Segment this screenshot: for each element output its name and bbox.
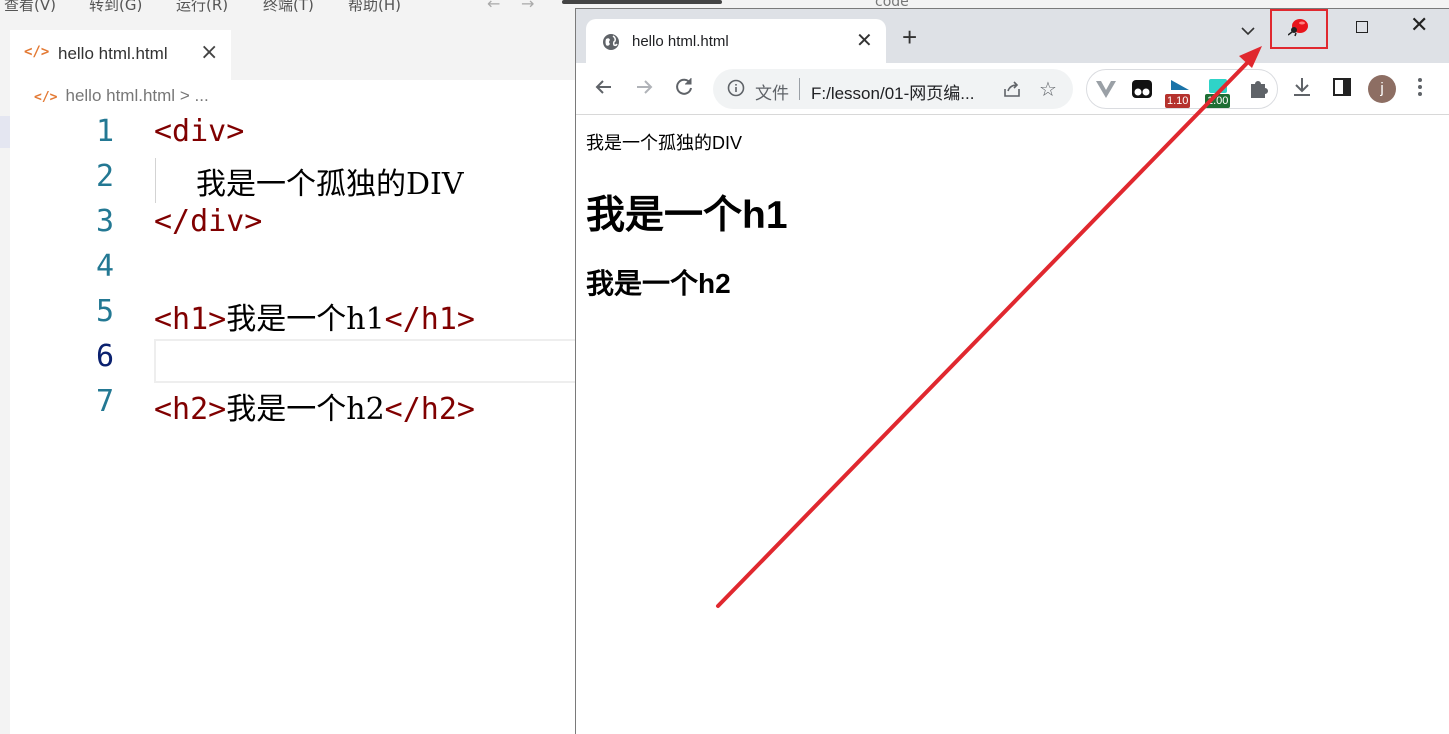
line-source: 我是一个孤独的DIV [196,159,464,203]
extension-badge: 1.00 [1205,94,1231,108]
breadcrumb-more[interactable]: ... [195,86,209,105]
tag-open: <div> [154,114,245,149]
page-viewport[interactable]: 我是一个孤独的DIV 我是一个h1 我是一个h2 [576,116,1449,734]
line-number: 1 [95,114,114,149]
address-scheme: 文件 [755,84,789,103]
tag-open: <h1> [154,302,227,337]
browser-tab[interactable]: hello html.html ✕ [586,19,886,63]
line-source: </div> [154,204,262,239]
code-line[interactable]: 3 </div> [0,202,580,247]
code-line[interactable]: 7 <h2>我是一个h2</h2> [0,382,580,427]
maximize-icon[interactable] [1356,21,1368,33]
page-h1: 我是一个h1 [586,194,788,237]
close-icon[interactable]: × [200,40,218,65]
tampermonkey-icon[interactable] [1131,78,1153,100]
download-icon[interactable] [1290,75,1314,99]
code-line[interactable]: 6 [0,337,580,382]
tag-close: </h1> [384,302,475,337]
command-center-bar [562,0,722,4]
chrome-window: hello html.html ✕ + ✕ 文件 F:/lesson/01-网页… [575,8,1449,734]
address-url[interactable]: F:/lesson/01-网页编... [811,79,974,104]
vue-devtools-icon[interactable] [1095,78,1117,100]
menu-terminal[interactable]: 终端(T) [263,0,314,14]
editor-tab-label: hello html.html [58,44,168,63]
extensions-area: 1.10 1.00 [1086,69,1278,109]
forward-icon[interactable] [632,75,656,99]
side-panel-icon[interactable] [1330,75,1354,99]
breadcrumb[interactable]: </> hello html.html > ... [34,86,209,108]
code-editor[interactable]: 1 <div> 2 我是一个孤独的DIV 3 </div> 4 5 <h1>我是… [0,112,580,432]
page-div-text: 我是一个孤独的DIV [586,133,743,153]
nav-back-icon[interactable]: ← [487,0,500,13]
line-number: 7 [95,384,114,419]
line-number: 4 [95,249,114,284]
window-close-icon[interactable]: ✕ [1410,13,1428,38]
share-icon[interactable] [1003,80,1021,98]
html-file-icon: </> [24,44,50,60]
info-icon[interactable] [727,79,745,97]
menu-run[interactable]: 运行(R) [176,0,228,14]
close-icon[interactable]: ✕ [856,28,873,52]
chrome-toolbar: 文件 F:/lesson/01-网页编... ☆ 1.10 1.00 j [576,63,1449,115]
reload-icon[interactable] [672,75,696,99]
line-text: 我是一个孤独的DIV [196,167,464,202]
line-text: 我是一个h2 [226,392,385,427]
avatar[interactable]: j [1368,75,1396,103]
line-number: 5 [95,294,114,329]
editor-tab-strip: </> hello html.html × [0,14,580,80]
tag-close: </div> [154,204,263,239]
line-number: 2 [95,159,114,194]
globe-icon [603,34,619,50]
kebab-menu-icon[interactable] [1418,77,1422,97]
editor-tab-hello-html[interactable]: </> hello html.html × [10,30,231,80]
code-line[interactable]: 2 我是一个孤独的DIV [0,157,580,202]
chevron-down-icon[interactable] [1240,23,1256,39]
menu-goto[interactable]: 转到(G) [89,0,142,14]
line-text: 我是一个h1 [226,302,385,337]
tab-title: hello html.html [632,33,729,50]
line-source: <h1>我是一个h1</h1> [154,294,475,338]
tag-close: </h2> [384,392,475,427]
ladybug-icon [1288,19,1308,37]
line-number: 3 [95,204,114,239]
menu-view[interactable]: 查看(V) [4,0,56,14]
code-line[interactable]: 4 [0,247,580,292]
breadcrumb-file[interactable]: hello html.html [65,86,175,105]
menu-help[interactable]: 帮助(H) [348,0,401,14]
extension-badge: 1.10 [1165,94,1191,108]
page-h2: 我是一个h2 [586,268,731,299]
breadcrumb-separator: > [179,86,190,105]
nav-forward-icon[interactable]: → [521,0,534,13]
address-bar[interactable]: 文件 F:/lesson/01-网页编... ☆ [713,69,1073,109]
bookmark-star-icon[interactable]: ☆ [1039,77,1057,101]
line-source: <h2>我是一个h2</h2> [154,384,475,428]
chrome-titlebar[interactable]: hello html.html ✕ + ✕ [576,9,1449,63]
code-line[interactable]: 1 <div> [0,112,580,157]
code-line[interactable]: 5 <h1>我是一个h1</h1> [0,292,580,337]
address-separator [799,78,800,100]
line-source: <div> [154,114,244,149]
new-tab-button[interactable]: + [902,24,917,50]
back-icon[interactable] [592,75,616,99]
tag-open: <h2> [154,392,227,427]
line-number: 6 [95,339,114,374]
puzzle-icon[interactable] [1247,78,1269,100]
html-file-icon: </> [34,90,58,105]
highlighted-extension-button[interactable] [1270,9,1328,49]
